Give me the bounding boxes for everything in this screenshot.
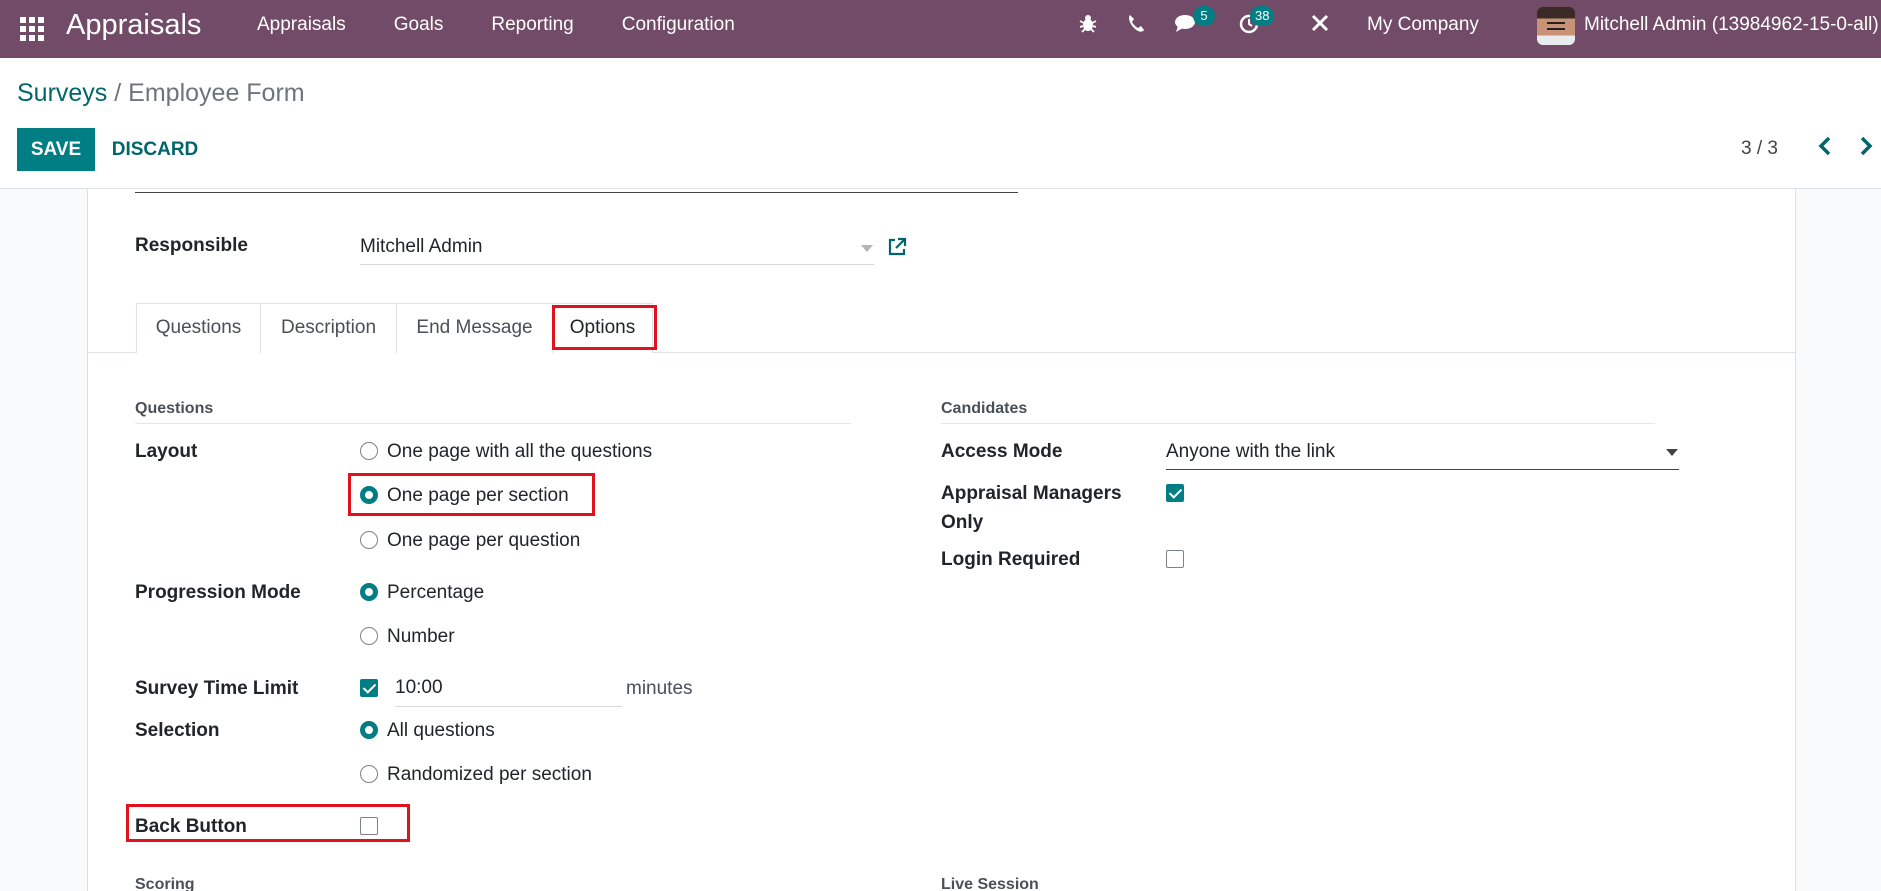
external-link-icon[interactable] — [886, 236, 908, 258]
progression-option-number[interactable]: Number — [387, 626, 455, 648]
menu-item-reporting[interactable]: Reporting — [467, 0, 597, 58]
candidates-section-title: Candidates — [941, 400, 1028, 417]
login-required-label: Login Required — [941, 549, 1081, 570]
selection-label: Selection — [135, 720, 220, 741]
layout-option-all-questions[interactable]: One page with all the questions — [387, 441, 652, 463]
app-brand[interactable]: Appraisals — [66, 9, 201, 42]
pager-next-icon[interactable] — [1853, 133, 1879, 163]
responsible-dropdown-icon[interactable] — [861, 245, 873, 252]
breadcrumb-separator: / — [114, 79, 122, 107]
menu-item-appraisals[interactable]: Appraisals — [257, 0, 370, 58]
managers-only-label-line1: Appraisal Managers — [941, 483, 1122, 504]
form-sheet — [87, 189, 1796, 891]
top-navbar: Appraisals Appraisals Goals Reporting Co… — [0, 0, 1881, 58]
time-limit-checkbox[interactable] — [360, 679, 378, 697]
progression-radio-percentage[interactable] — [360, 583, 378, 601]
access-mode-label: Access Mode — [941, 441, 1063, 462]
discard-button[interactable]: DISCARD — [102, 128, 208, 171]
pager-value: 3 / 3 — [1741, 138, 1778, 159]
responsible-field[interactable]: Mitchell Admin — [360, 233, 874, 265]
layout-option-per-section[interactable]: One page per section — [387, 485, 569, 507]
title-field-underline — [135, 192, 1018, 193]
layout-option-per-question[interactable]: One page per question — [387, 530, 580, 552]
selection-radio-randomized[interactable] — [360, 765, 378, 783]
progression-mode-label: Progression Mode — [135, 582, 301, 603]
back-button-checkbox[interactable] — [360, 817, 378, 835]
menu-item-goals[interactable]: Goals — [370, 0, 468, 58]
messages-badge: 5 — [1193, 6, 1215, 26]
main-menu: Appraisals Goals Reporting Configuration — [257, 0, 759, 58]
company-switcher[interactable]: My Company — [1367, 14, 1479, 36]
login-required-checkbox[interactable] — [1166, 550, 1184, 568]
activities-badge: 38 — [1250, 6, 1275, 26]
questions-section-rule — [135, 423, 851, 424]
time-limit-unit: minutes — [626, 678, 693, 699]
managers-only-label-line2: Only — [941, 512, 984, 533]
pager-previous-icon[interactable] — [1812, 133, 1838, 163]
phone-icon[interactable] — [1124, 12, 1148, 38]
selection-option-randomized[interactable]: Randomized per section — [387, 764, 592, 786]
survey-time-limit-label: Survey Time Limit — [135, 678, 299, 699]
layout-radio-per-section[interactable] — [360, 486, 378, 504]
tab-description[interactable]: Description — [260, 303, 397, 353]
apps-menu-icon[interactable] — [16, 13, 44, 41]
tab-end-message[interactable]: End Message — [396, 303, 553, 353]
responsible-label: Responsible — [135, 235, 248, 256]
user-avatar[interactable] — [1537, 7, 1575, 45]
debug-tools-icon[interactable] — [1308, 12, 1332, 38]
breadcrumb-current: Employee Form — [128, 79, 305, 107]
breadcrumb-surveys-link[interactable]: Surveys — [17, 79, 107, 107]
questions-section-title: Questions — [135, 400, 214, 417]
bug-icon[interactable] — [1076, 12, 1100, 38]
progression-radio-number[interactable] — [360, 627, 378, 645]
user-menu[interactable]: Mitchell Admin (13984962-15-0-all) — [1584, 14, 1879, 36]
time-limit-input[interactable]: 10:00 — [395, 674, 622, 707]
access-mode-select[interactable]: Anyone with the link — [1166, 437, 1679, 470]
back-button-label: Back Button — [135, 816, 247, 837]
layout-label: Layout — [135, 441, 198, 462]
selection-radio-all[interactable] — [360, 721, 378, 739]
breadcrumb: Surveys / Employee Form — [17, 79, 305, 108]
save-button[interactable]: SAVE — [17, 128, 95, 171]
control-panel: Surveys / Employee Form SAVE DISCARD 3 /… — [0, 58, 1881, 189]
selection-option-all[interactable]: All questions — [387, 720, 495, 742]
candidates-section-rule — [941, 423, 1655, 424]
tab-questions[interactable]: Questions — [136, 303, 261, 353]
layout-radio-per-question[interactable] — [360, 531, 378, 549]
access-mode-dropdown-icon[interactable] — [1666, 449, 1678, 456]
managers-only-checkbox[interactable] — [1166, 484, 1184, 502]
tab-options[interactable]: Options — [552, 303, 653, 353]
layout-radio-all-questions[interactable] — [360, 442, 378, 460]
scoring-section-title: Scoring — [135, 876, 195, 891]
live-session-section-title: Live Session — [941, 876, 1039, 891]
menu-item-configuration[interactable]: Configuration — [598, 0, 759, 58]
progression-option-percentage[interactable]: Percentage — [387, 582, 484, 604]
